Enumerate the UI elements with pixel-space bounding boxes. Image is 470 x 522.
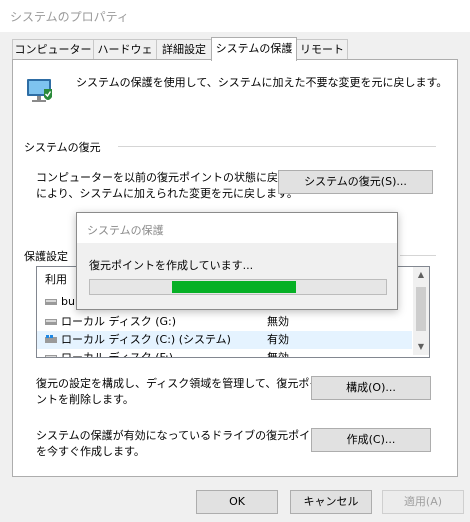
windows-drive-icon <box>45 335 57 343</box>
intro-text: システムの保護を使用して、システムに加えた不要な変更を元に戻します。 <box>76 76 448 89</box>
tab-hardware[interactable]: ハードウェア <box>93 39 157 75</box>
progress-bar <box>89 279 387 295</box>
configure-text-line1: 復元の設定を構成し、ディスク領域を管理して、復元ポイ <box>36 377 321 390</box>
create-button[interactable]: 作成(C)... <box>311 428 431 452</box>
ok-button[interactable]: OK <box>196 490 278 514</box>
cancel-button[interactable]: キャンセル <box>290 490 372 514</box>
drive-row[interactable]: ローカル ディスク (G:) 無効 <box>37 313 412 331</box>
tab-advanced[interactable]: 詳細設定 <box>156 39 212 59</box>
chevron-down-icon[interactable]: ▼ <box>413 339 429 355</box>
tab-system-protection[interactable]: システムの保護 <box>211 37 297 61</box>
drive-name: ローカル ディスク (G:) <box>61 315 177 328</box>
protection-heading: 保護設定 <box>24 250 68 263</box>
progress-message: 復元ポイントを作成しています... <box>89 259 254 272</box>
create-text-line2: を今すぐ作成します。 <box>36 445 145 458</box>
title-bar[interactable]: システムのプロパティ <box>0 0 470 32</box>
restore-description-line1: コンピューターを以前の復元ポイントの状態に戻すこと <box>36 171 311 184</box>
list-scrollbar[interactable]: ▲ ▼ <box>413 267 429 355</box>
protection-divider <box>400 255 436 256</box>
apply-button[interactable]: 適用(A) <box>382 490 464 514</box>
drive-icon <box>45 299 57 305</box>
dialog-button-bar: OK キャンセル 適用(A) <box>0 478 470 522</box>
restore-heading: システムの復元 <box>24 141 101 154</box>
restore-divider <box>118 146 436 147</box>
window-title: システムのプロパティ <box>10 10 129 24</box>
system-restore-button[interactable]: システムの復元(S)... <box>278 170 433 194</box>
scrollbar-thumb[interactable] <box>416 287 426 331</box>
progress-dialog[interactable]: システムの保護 復元ポイントを作成しています... <box>76 212 398 310</box>
drive-row[interactable]: ローカル ディスク (F:) 無効 <box>37 349 412 358</box>
drive-name: ローカル ディスク (C:) (システム) <box>61 333 231 346</box>
tab-computer-name[interactable]: コンピューター名 <box>12 39 94 75</box>
create-text-line1: システムの保護が有効になっているドライブの復元ポイント <box>36 429 333 442</box>
configure-button[interactable]: 構成(O)... <box>311 376 431 400</box>
tab-remote[interactable]: リモート <box>296 39 348 59</box>
configure-text-line2: ントを削除します。 <box>36 393 134 406</box>
progress-dialog-title-bar[interactable]: システムの保護 <box>77 213 397 243</box>
drive-name: ローカル ディスク (F:) <box>61 351 173 358</box>
drive-icon <box>45 355 57 357</box>
drive-row-selected[interactable]: ローカル ディスク (C:) (システム) 有効 <box>37 331 412 349</box>
progress-bar-fill <box>172 281 296 293</box>
monitor-shield-icon <box>24 75 56 107</box>
drive-status: 無効 <box>267 315 289 328</box>
drive-icon <box>45 319 57 325</box>
column-header-drive[interactable]: 利用 <box>45 271 67 289</box>
drive-status: 有効 <box>267 333 289 346</box>
drive-status: 無効 <box>267 351 289 358</box>
chevron-up-icon[interactable]: ▲ <box>413 267 429 283</box>
progress-dialog-title: システムの保護 <box>87 224 164 237</box>
restore-description-line2: により、システムに加えられた変更を元に戻します。 <box>36 187 298 200</box>
